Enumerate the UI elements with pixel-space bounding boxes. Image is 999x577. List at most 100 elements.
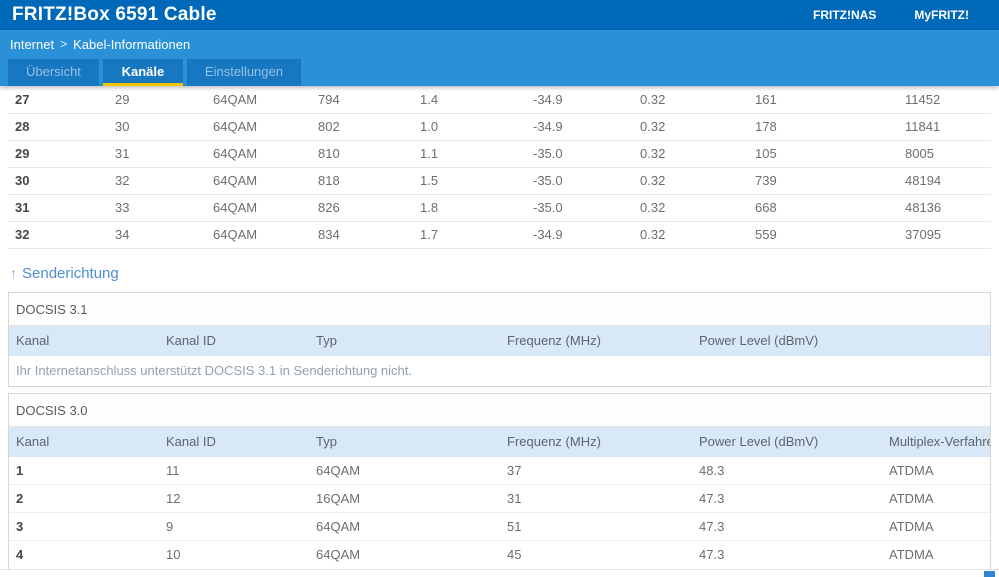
table-cell: 29 (108, 86, 206, 114)
table-row: 3 9 64QAM 51 47.3 ATDMA (9, 512, 990, 541)
table-cell: ATDMA (889, 547, 934, 563)
table-cell: 27 (8, 86, 108, 114)
tab-uebersicht[interactable]: Übersicht (8, 59, 99, 86)
table-cell: 64QAM (206, 140, 311, 168)
table-cell: 1.1 (413, 140, 526, 168)
table-cell: -35.0 (526, 140, 633, 168)
column-header: Typ (309, 426, 500, 457)
table-cell: 0.32 (633, 194, 748, 222)
breadcrumb-kabel-informationen: Kabel-Informationen (73, 36, 191, 52)
breadcrumb-internet[interactable]: Internet (10, 37, 54, 52)
bottom-divider (0, 569, 999, 570)
column-header: Frequenz (MHz) (500, 426, 692, 457)
table-cell: 668 (748, 194, 898, 222)
table-cell: 16QAM (309, 484, 500, 513)
app-title: FRITZ!Box 6591 Cable (12, 4, 217, 25)
column-header: Power Level (dBmV) (692, 325, 990, 356)
table-cell: 739 (748, 167, 898, 195)
table-cell: 47.3 (699, 547, 725, 563)
table-cell: 0.32 (633, 86, 748, 114)
table-cell: 64QAM (206, 113, 311, 141)
table-cell: 31 (500, 484, 692, 513)
table-cell: -35.0 (526, 194, 633, 222)
table-cell: 29 (8, 140, 108, 168)
table-cell: 37095 (898, 221, 991, 249)
table-cell: 32 (8, 221, 108, 249)
senderichtung-heading: ↑ Senderichtung (10, 265, 989, 282)
docsis31-header-row: Kanal Kanal ID Typ Frequenz (MHz) Power Leve… (9, 325, 990, 356)
table-cell: 1.8 (413, 194, 526, 222)
docsis30-panel: DOCSIS 3.0 Kanal Kanal ID Typ Frequenz (MHz… (8, 392, 991, 570)
docsis31-message-row: Ihr Internetanschluss unterstützt DOCSIS… (9, 356, 990, 386)
table-cell: 51 (500, 512, 692, 541)
table-cell: 45 (507, 547, 522, 563)
table-cell: 0.32 (633, 221, 748, 249)
table-cell: 11452 (898, 86, 991, 114)
table-cell: 4 (16, 547, 24, 563)
column-header: Kanal (9, 325, 159, 356)
table-cell: 12 (159, 484, 309, 513)
table-cell: 47.3 (692, 512, 882, 541)
table-cell: 37 (500, 456, 692, 485)
docsis30-title: DOCSIS 3.0 (9, 393, 990, 427)
tab-einstellungen[interactable]: Einstellungen (186, 59, 301, 86)
table-cell: 11 (159, 456, 309, 485)
table-cell: 0.32 (633, 167, 748, 195)
table-cell: 0.32 (633, 140, 748, 168)
column-header: Frequenz (MHz) (500, 325, 692, 356)
tab-bar: Übersicht Kanäle Einstellungen (0, 58, 999, 86)
breadcrumb-separator-icon: > (60, 37, 68, 51)
myfritz-link[interactable]: MyFRITZ! (914, 8, 969, 22)
fritznas-link[interactable]: FRITZ!NAS (813, 8, 876, 22)
docsis30-table: Kanal Kanal ID Typ Frequenz (MHz) Power Leve… (9, 426, 990, 569)
tab-kanaele[interactable]: Kanäle (102, 59, 183, 86)
table-cell: 161 (748, 86, 898, 114)
table-cell: 826 (311, 194, 413, 222)
table-cell: 8005 (898, 140, 991, 168)
table-cell: 1 (9, 456, 159, 485)
table-cell: 64QAM (309, 512, 500, 541)
table-cell: 34 (108, 221, 206, 249)
table-cell: 10 (166, 547, 181, 563)
downstream-channels-table: 27 29 64QAM 794 1.4 -34.9 0.32 161 11452 28 30 64QA… (8, 86, 991, 249)
table-row: 28 30 64QAM 802 1.0 -34.9 0.32 178 11841 (8, 113, 991, 141)
table-row: 1 11 64QAM 37 48.3 ATDMA (9, 456, 990, 485)
column-header: Kanal (9, 426, 159, 457)
table-cell: 64QAM (206, 167, 311, 195)
column-header: Kanal ID (159, 426, 309, 457)
table-cell: 1.0 (413, 113, 526, 141)
table-row: 29 31 64QAM 810 1.1 -35.0 0.32 105 8005 (8, 140, 991, 168)
table-cell: 794 (311, 86, 413, 114)
table-cell: 2 (9, 484, 159, 513)
table-cell: 64QAM (206, 86, 311, 114)
table-cell: 1.7 (413, 221, 526, 249)
table-cell: ATDMA (882, 512, 990, 541)
table-cell: ATDMA (882, 484, 990, 513)
table-cell: 64QAM (309, 456, 500, 485)
docsis30-table-body: 1 11 64QAM 37 48.3 ATDMA 2 12 16QAM 31 47.3 ATDMA 3 9… (9, 456, 990, 569)
table-cell: 834 (311, 221, 413, 249)
table-cell: -34.9 (526, 86, 633, 114)
table-cell: 47.3 (692, 484, 882, 513)
app-header: FRITZ!Box 6591 Cable FRITZ!NAS MyFRITZ! (0, 0, 999, 30)
table-cell: 64QAM (316, 547, 361, 563)
column-header: Kanal ID (159, 325, 309, 356)
column-header: Typ (309, 325, 500, 356)
header-links: FRITZ!NAS MyFRITZ! (813, 8, 987, 22)
table-cell: -35.0 (526, 167, 633, 195)
table-cell: 559 (748, 221, 898, 249)
table-cell: 30 (108, 113, 206, 141)
navigation-bar: Internet > Kabel-Informationen Übersicht… (0, 30, 999, 86)
table-cell: 3 (9, 512, 159, 541)
table-cell: 1.5 (413, 167, 526, 195)
table-cell: 64QAM (206, 194, 311, 222)
table-cell: ATDMA (882, 456, 990, 485)
table-row: 31 33 64QAM 826 1.8 -35.0 0.32 668 48136 (8, 194, 991, 222)
table-cell: 28 (8, 113, 108, 141)
senderichtung-label: Senderichtung (22, 264, 119, 282)
table-row: 32 34 64QAM 834 1.7 -34.9 0.32 559 37095 (8, 221, 991, 249)
table-cell: -34.9 (526, 221, 633, 249)
table-cell: 810 (311, 140, 413, 168)
downstream-table-body: 27 29 64QAM 794 1.4 -34.9 0.32 161 11452 28 30 64QA… (8, 86, 991, 249)
docsis31-title: DOCSIS 3.1 (9, 292, 990, 326)
